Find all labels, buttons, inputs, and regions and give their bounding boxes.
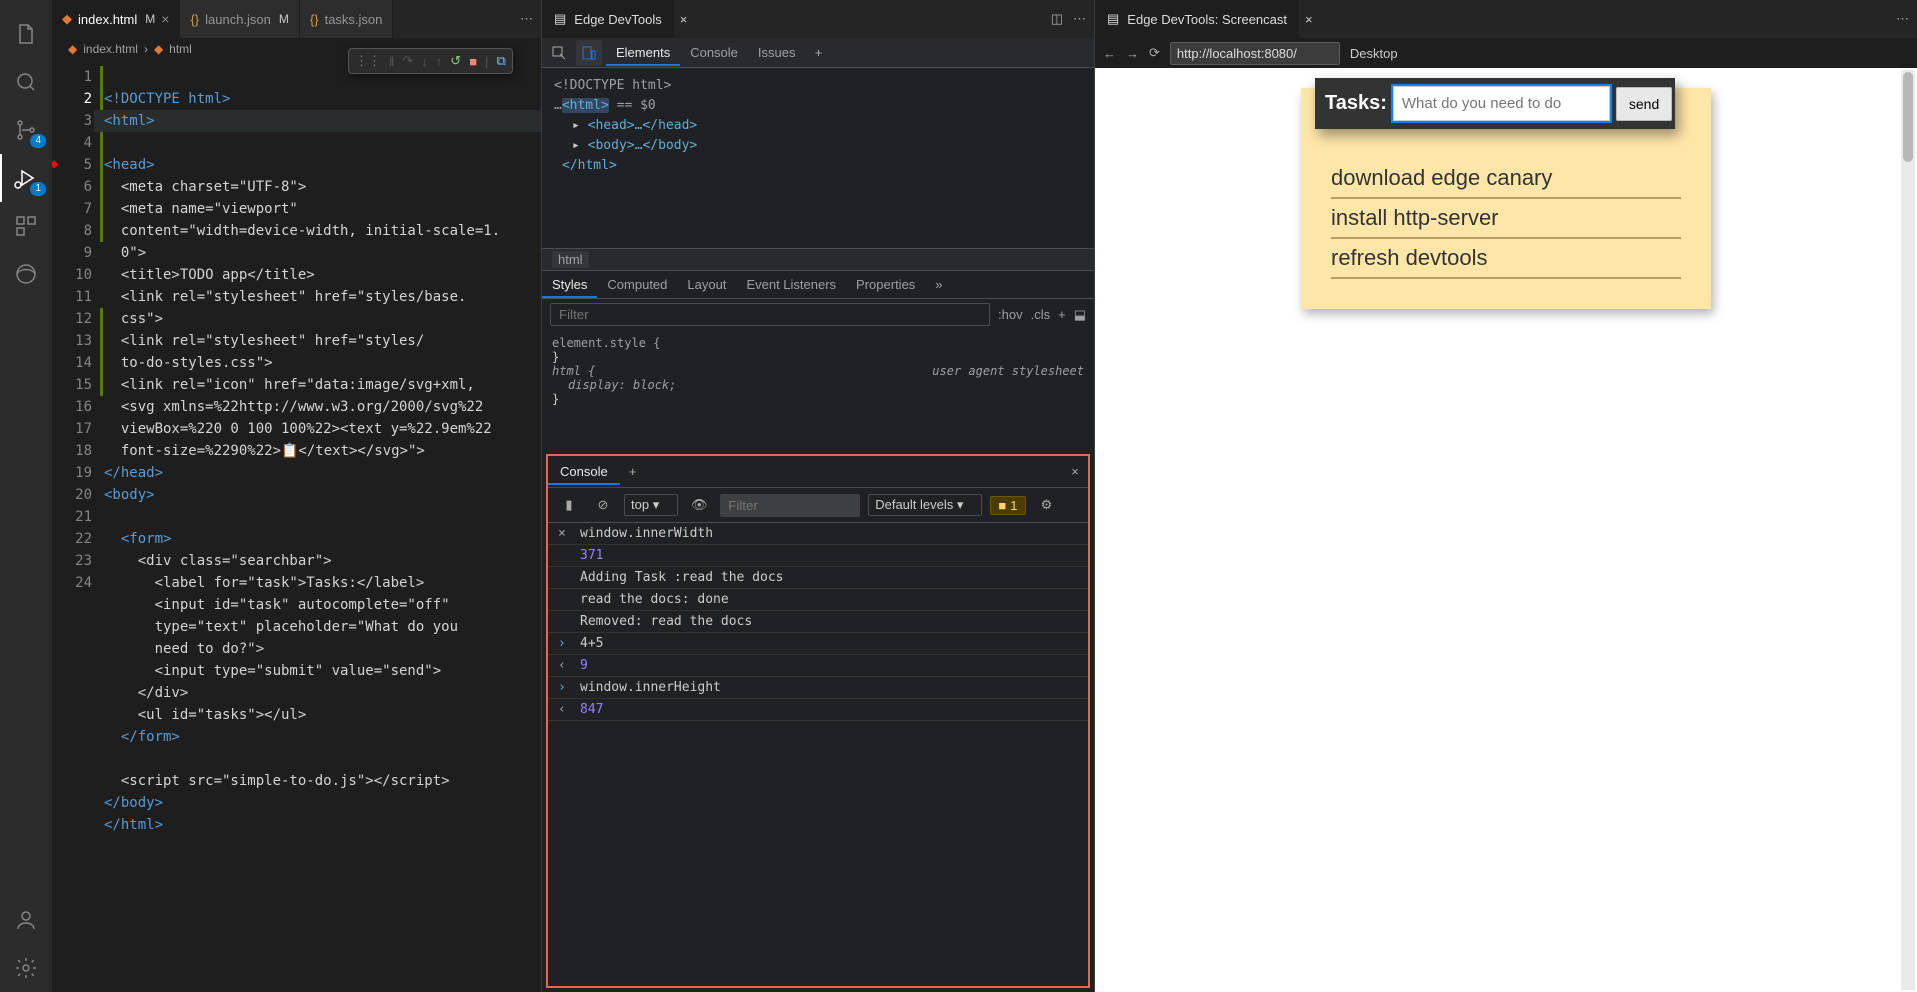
back-icon[interactable]: ←	[1103, 46, 1116, 61]
settings-icon[interactable]	[0, 944, 52, 992]
debug-badge: 1	[30, 182, 46, 196]
task-input[interactable]	[1393, 86, 1610, 121]
mode-label: Desktop	[1350, 46, 1398, 61]
screencast-panel: ▤Edge DevTools: Screencast × ⋯ ← → ⟳ htt…	[1095, 0, 1917, 992]
editor-tabs: ◆index.htmlM× {}launch.jsonM {}tasks.jso…	[52, 0, 541, 38]
close-panel-icon[interactable]: ×	[1299, 0, 1319, 38]
list-item[interactable]: refresh devtools	[1331, 239, 1681, 279]
tab-elements[interactable]: Elements	[606, 39, 680, 66]
styles-tab-properties[interactable]: Properties	[846, 271, 925, 298]
more-icon[interactable]: ⋯	[1073, 11, 1086, 27]
pause-icon[interactable]: ‖	[389, 54, 394, 69]
drag-handle-icon[interactable]: ⋮⋮	[355, 53, 381, 69]
panel-title: ▤Edge DevTools	[542, 0, 674, 38]
step-out-icon[interactable]: ↑	[436, 54, 443, 69]
list-item[interactable]: download edge canary	[1331, 159, 1681, 199]
device-icon[interactable]	[576, 40, 602, 66]
tab-tasks-json[interactable]: {}tasks.json	[300, 0, 394, 38]
tab-console[interactable]: Console	[680, 39, 748, 66]
styles-tab-listeners[interactable]: Event Listeners	[736, 271, 846, 298]
live-expr-icon[interactable]: 👁	[686, 492, 712, 518]
account-icon[interactable]	[0, 896, 52, 944]
debug-toolbar: ⋮⋮ ‖ ↷ ↓ ↑ ↺ ■ | ⧉	[348, 48, 513, 74]
issues-badge[interactable]: ■ 1	[990, 496, 1025, 515]
step-into-icon[interactable]: ↓	[421, 54, 428, 69]
styles-filter-input[interactable]	[550, 303, 990, 326]
url-input[interactable]: http://localhost:8080/	[1170, 42, 1340, 65]
extensions-icon[interactable]	[0, 202, 52, 250]
screencast-toolbar: ← → ⟳ http://localhost:8080/ Desktop	[1095, 38, 1917, 68]
screencast-viewport[interactable]: Tasks: send download edge canary install…	[1095, 68, 1917, 992]
scroll-thumb[interactable]	[1903, 72, 1913, 162]
activity-bar: 4 1	[0, 0, 52, 992]
todo-app: Tasks: send download edge canary install…	[1301, 88, 1711, 309]
breakpoint-icon[interactable]: ◆	[52, 153, 58, 175]
inspect-icon[interactable]	[546, 40, 572, 66]
console-output[interactable]: ×window.innerWidth 371 Adding Task :read…	[548, 523, 1088, 986]
editor-group: ◆index.htmlM× {}launch.jsonM {}tasks.jso…	[52, 0, 542, 992]
context-select[interactable]: top ▾	[624, 494, 678, 516]
edge-icon[interactable]	[0, 250, 52, 298]
tab-launch-json[interactable]: {}launch.jsonM	[180, 0, 299, 38]
dom-breadcrumb[interactable]: html	[542, 248, 1094, 271]
explorer-icon[interactable]	[0, 10, 52, 58]
searchbar: Tasks: send	[1315, 78, 1675, 129]
delete-icon: ×	[558, 526, 572, 541]
cls-button[interactable]: .cls	[1031, 307, 1051, 322]
code-content[interactable]: <!DOCTYPE html> <html> <head> <meta char…	[104, 60, 541, 992]
styles-pane[interactable]: element.style { } html {user agent style…	[542, 330, 1094, 450]
more-icon[interactable]: »	[925, 271, 952, 298]
add-tab-icon[interactable]: +	[805, 39, 831, 65]
close-drawer-icon[interactable]: ×	[1062, 459, 1088, 485]
editor[interactable]: ◆ 12345678910111213141516171819202122232…	[52, 60, 541, 992]
clear-console-icon[interactable]: ⊘	[590, 492, 616, 518]
close-icon[interactable]: ×	[161, 11, 169, 27]
add-rule-icon[interactable]: +	[1058, 307, 1066, 322]
tab-label: launch.json	[205, 12, 271, 27]
reload-icon[interactable]: ⟳	[1149, 45, 1160, 61]
drawer-tab-console[interactable]: Console	[548, 458, 620, 485]
tab-index-html[interactable]: ◆index.htmlM×	[52, 0, 180, 38]
sidebar-toggle-icon[interactable]: ▮	[556, 492, 582, 518]
list-item[interactable]: install http-server	[1331, 199, 1681, 239]
more-icon[interactable]: ⋯	[1896, 11, 1909, 27]
console-drawer: Console + × ▮ ⊘ top ▾ 👁 Default levels ▾…	[546, 454, 1090, 988]
search-icon[interactable]	[0, 58, 52, 106]
dom-tree[interactable]: <!DOCTYPE html> …<html> == $0 ▸ <head>…<…	[542, 68, 1094, 248]
preview-icon: ▤	[554, 11, 566, 27]
tab-issues[interactable]: Issues	[748, 39, 806, 66]
styles-tab-styles[interactable]: Styles	[542, 271, 597, 298]
console-settings-icon[interactable]: ⚙	[1034, 492, 1060, 518]
tab-label: tasks.json	[325, 12, 383, 27]
step-over-icon[interactable]: ↷	[402, 53, 413, 69]
task-list: download edge canary install http-server…	[1301, 159, 1711, 279]
forward-icon[interactable]: →	[1126, 46, 1139, 61]
split-icon[interactable]: ◫	[1051, 11, 1063, 27]
line-gutter: ◆ 12345678910111213141516171819202122232…	[52, 60, 104, 992]
send-button[interactable]: send	[1616, 87, 1672, 121]
preview-icon: ▤	[1107, 11, 1119, 27]
restart-icon[interactable]: ↺	[450, 53, 461, 69]
close-panel-icon[interactable]: ×	[674, 0, 694, 38]
tasks-label: Tasks:	[1325, 92, 1387, 115]
styles-tab-layout[interactable]: Layout	[677, 271, 736, 298]
scm-icon[interactable]: 4	[0, 106, 52, 154]
levels-select[interactable]: Default levels ▾	[868, 494, 982, 516]
console-filter-input[interactable]	[720, 494, 860, 517]
tab-label: index.html	[78, 12, 137, 27]
more-icon[interactable]: ⋯	[520, 11, 533, 27]
toggle-panel-icon[interactable]: ⬓	[1074, 307, 1086, 323]
devtools-panel: ▤Edge DevTools × ◫ ⋯ Elements Console Iss…	[542, 0, 1095, 992]
stop-icon[interactable]: ■	[469, 54, 477, 69]
screencast-title: ▤Edge DevTools: Screencast	[1095, 0, 1299, 38]
screencast-link-icon[interactable]: ⧉	[496, 53, 505, 69]
add-drawer-tab-icon[interactable]: +	[620, 459, 646, 485]
hov-button[interactable]: :hov	[998, 307, 1023, 322]
styles-tab-computed[interactable]: Computed	[597, 271, 677, 298]
debug-icon[interactable]: 1	[0, 154, 52, 202]
scm-badge: 4	[30, 134, 46, 148]
scrollbar[interactable]	[1901, 70, 1915, 990]
